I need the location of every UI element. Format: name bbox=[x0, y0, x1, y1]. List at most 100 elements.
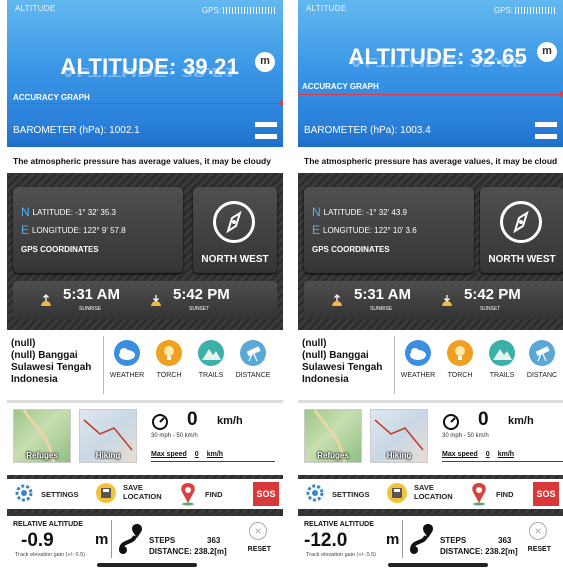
speed-value: 0 bbox=[478, 409, 489, 430]
latitude-text: LATITUDE: -1° 32' 43.9 bbox=[323, 208, 407, 217]
max-speed-value: 0 bbox=[485, 451, 490, 458]
relative-altitude-label: RELATIVE ALTITUDE bbox=[13, 521, 83, 528]
location-line-1: (null) bbox=[302, 338, 327, 349]
compass-card[interactable]: NORTH WEST bbox=[480, 187, 563, 273]
altitude-reflection: ALTITUDE: 32.65 bbox=[348, 55, 524, 70]
trails-icon bbox=[198, 340, 224, 366]
longitude-letter: E bbox=[312, 223, 321, 237]
location-name: (null) (null) Banggai Sulawesi Tengah In… bbox=[11, 338, 101, 386]
distance-button[interactable]: DISTANC bbox=[522, 340, 562, 379]
trails-label: TRAILS bbox=[198, 372, 224, 379]
app-screen-right: ALTITUDE GPS: ALTITUDE: 32.65 ALTITUDE: … bbox=[298, 0, 563, 570]
altitude-header: ALTITUDE GPS: ALTITUDE: 39.21 ALTITUDE: … bbox=[7, 0, 283, 115]
reset-x-icon[interactable]: × bbox=[529, 522, 547, 540]
barometer-text: BAROMETER (hPa): 1003.4 bbox=[304, 125, 431, 136]
reset-label[interactable]: RESET bbox=[528, 546, 551, 553]
altitude-display: ALTITUDE: 39.21 ALTITUDE: 39.21 bbox=[60, 54, 239, 80]
speed-range: 30 mph - 50 km/h bbox=[151, 433, 198, 439]
max-speed: Max speed 0 km/h bbox=[442, 451, 522, 458]
weather-label: WEATHER bbox=[109, 372, 145, 379]
direction-text: NORTH WEST bbox=[488, 254, 556, 265]
altitude-display: ALTITUDE: 32.65 ALTITUDE: 32.65 bbox=[348, 44, 527, 70]
refuges-map-button[interactable]: Refuges bbox=[13, 409, 71, 463]
sunrise-label: SUNRISE bbox=[79, 306, 102, 312]
gps-signal: GPS: bbox=[202, 6, 275, 15]
gps-coordinates-card[interactable]: N LATITUDE: -1° 32' 43.9 E LONGITUDE: 122°… bbox=[304, 187, 474, 273]
route-path-icon bbox=[119, 524, 142, 554]
location-panel: N LATITUDE: -1° 32' 43.9 E LONGITUDE: 122°… bbox=[298, 173, 563, 330]
gps-signal-bars bbox=[223, 7, 275, 14]
maps-and-speed-row: Refuges Hiking 0 km/h 30 mph - 50 km/h M… bbox=[298, 400, 563, 475]
unit-toggle-button[interactable]: m bbox=[537, 42, 557, 62]
unit-toggle-button[interactable]: m bbox=[255, 52, 275, 72]
find-label: FIND bbox=[496, 490, 514, 499]
save-location-label: SAVE LOCATION bbox=[414, 483, 453, 501]
speed-value: 0 bbox=[187, 409, 198, 430]
speedometer-icon bbox=[152, 414, 168, 430]
accuracy-graph-marker bbox=[280, 100, 283, 106]
refuges-map-button[interactable]: Refuges bbox=[304, 409, 362, 463]
forecast-text: The atmospheric pressure has average val… bbox=[7, 147, 283, 173]
barometer-text: BAROMETER (hPa): 1002.1 bbox=[13, 125, 140, 136]
accuracy-graph-label: ACCURACY GRAPH bbox=[13, 93, 90, 102]
sos-button[interactable]: SOS bbox=[533, 482, 559, 506]
steps-value: 363 bbox=[498, 536, 512, 545]
track-elevation-note: Track elevation gain (+/- 0.5) bbox=[306, 552, 376, 558]
longitude-letter: E bbox=[21, 223, 30, 237]
gear-icon bbox=[306, 484, 324, 502]
hiking-map-button[interactable]: Hiking bbox=[79, 409, 137, 463]
sunset-label: SUNSET bbox=[480, 306, 501, 312]
compass-icon bbox=[500, 201, 542, 243]
latitude-letter: N bbox=[21, 205, 30, 219]
save-location-button[interactable]: SAVE LOCATION bbox=[386, 482, 464, 506]
trails-button[interactable]: TRAILS bbox=[191, 340, 231, 379]
settings-button[interactable]: SETTINGS bbox=[13, 482, 93, 506]
find-button[interactable]: FIND bbox=[177, 482, 237, 506]
toolbar-inner: SETTINGS SAVE LOCATION FIND SOS bbox=[298, 479, 563, 509]
reset-x-icon[interactable]: × bbox=[249, 522, 267, 540]
trails-button[interactable]: TRAILS bbox=[482, 340, 522, 379]
speed-panel: 0 km/h 30 mph - 50 km/h Max speed 0 km/h bbox=[438, 409, 563, 469]
save-icon bbox=[96, 483, 116, 503]
trails-label: TRAILS bbox=[489, 372, 515, 379]
menu-icon[interactable] bbox=[535, 120, 557, 142]
weather-button[interactable]: WEATHER bbox=[398, 340, 438, 379]
settings-button[interactable]: SETTINGS bbox=[304, 482, 384, 506]
toolbar-inner: SETTINGS SAVE LOCATION FIND SOS bbox=[7, 479, 283, 509]
longitude-row: E LONGITUDE: 122° 9' 57.8 bbox=[21, 223, 126, 237]
torch-button[interactable]: TORCH bbox=[440, 340, 480, 379]
speed-panel: 0 km/h 30 mph - 50 km/h Max speed 0 km/h bbox=[147, 409, 279, 469]
menu-icon[interactable] bbox=[255, 120, 277, 142]
sunset-time: 5:42 PM bbox=[464, 286, 521, 303]
app-label: ALTITUDE bbox=[15, 4, 56, 13]
longitude-text: LONGITUDE: 122° 9' 57.8 bbox=[32, 226, 126, 235]
latitude-row: N LATITUDE: -1° 32' 43.9 bbox=[312, 205, 407, 219]
sun-times-bar: 5:31 AM SUNRISE 5:42 PM SUNSET bbox=[304, 281, 563, 319]
save-location-label: SAVE LOCATION bbox=[123, 483, 162, 501]
gps-signal-bars bbox=[515, 7, 555, 14]
direction-text: NORTH WEST bbox=[201, 254, 269, 265]
gear-icon bbox=[15, 484, 33, 502]
telescope-icon bbox=[240, 340, 266, 366]
trails-icon bbox=[489, 340, 515, 366]
torch-button[interactable]: TORCH bbox=[149, 340, 189, 379]
sun-times-bar: 5:31 AM SUNRISE 5:42 PM SUNSET bbox=[13, 281, 277, 319]
latitude-letter: N bbox=[312, 205, 321, 219]
home-indicator bbox=[97, 563, 197, 567]
compass-card[interactable]: NORTH WEST bbox=[193, 187, 277, 273]
compass-icon bbox=[213, 201, 255, 243]
save-location-button[interactable]: SAVE LOCATION bbox=[95, 482, 173, 506]
speed-graph-line bbox=[442, 461, 563, 462]
hiking-map-button[interactable]: Hiking bbox=[370, 409, 428, 463]
gps-coordinates-label: GPS COORDINATES bbox=[312, 245, 390, 254]
accuracy-graph-label: ACCURACY GRAPH bbox=[302, 82, 379, 91]
reset-label[interactable]: RESET bbox=[248, 546, 271, 553]
location-name: (null) (null) Banggai Sulawesi Tengah In… bbox=[302, 338, 392, 386]
distance-button[interactable]: DISTANCE bbox=[233, 340, 273, 379]
toolbar: SETTINGS SAVE LOCATION FIND SOS bbox=[298, 475, 563, 513]
speed-unit: km/h bbox=[217, 415, 243, 427]
find-button[interactable]: FIND bbox=[468, 482, 528, 506]
weather-button[interactable]: WEATHER bbox=[107, 340, 147, 379]
gps-coordinates-card[interactable]: N LATITUDE: -1° 32' 35.3 E LONGITUDE: 122°… bbox=[13, 187, 183, 273]
sos-button[interactable]: SOS bbox=[253, 482, 279, 506]
